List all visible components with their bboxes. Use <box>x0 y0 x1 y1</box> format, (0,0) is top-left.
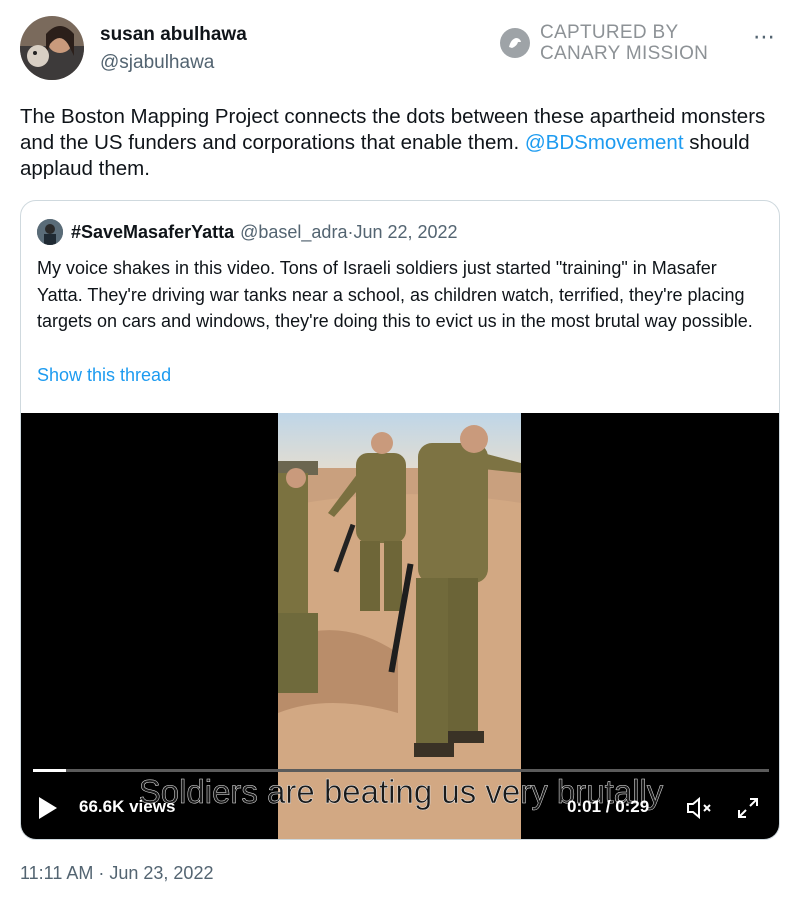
quoted-date[interactable]: Jun 22, 2022 <box>353 222 457 243</box>
watermark-line-1: CAPTURED BY <box>540 22 679 43</box>
canary-mission-watermark: CAPTURED BY CANARY MISSION <box>500 22 708 64</box>
show-thread-link[interactable]: Show this thread <box>37 365 171 386</box>
mute-icon[interactable] <box>685 795 715 821</box>
video-time: 0:01 / 0:29 <box>567 797 650 816</box>
quoted-author-name[interactable]: #SaveMasaferYatta <box>71 222 234 243</box>
tweet-header: susan abulhawa @sjabulhawa CAPTURED BY C… <box>20 16 780 86</box>
quoted-author-avatar[interactable] <box>37 219 63 245</box>
mention-link[interactable]: @BDSmovement <box>525 131 684 154</box>
video-progress-fill <box>33 769 67 772</box>
play-icon[interactable] <box>39 797 57 819</box>
fullscreen-icon[interactable] <box>735 795 761 821</box>
quoted-tweet[interactable]: #SaveMasaferYatta @basel_adra · Jun 22, … <box>20 200 780 840</box>
author-name[interactable]: susan abulhawa <box>100 24 247 46</box>
tweet-timestamp[interactable]: 11:11 AM · Jun 23, 2022 <box>20 863 213 884</box>
quoted-tweet-text: My voice shakes in this video. Tons of I… <box>37 258 753 331</box>
watermark-line-2: CANARY MISSION <box>540 43 709 64</box>
video-controls: 66.6K views 0:01 / 0:29 <box>21 789 779 829</box>
view-count: 66.6K views <box>79 797 176 816</box>
video-player[interactable]: Soldiers are beating us very brutally 66… <box>21 413 779 839</box>
tweet-text: The Boston Mapping Project connects the … <box>20 104 785 182</box>
more-options-icon[interactable]: ⋯ <box>753 24 776 50</box>
video-progress-bar[interactable] <box>33 769 769 772</box>
canary-seal-icon <box>500 28 530 58</box>
author-handle[interactable]: @sjabulhawa <box>100 52 214 74</box>
author-avatar[interactable] <box>20 16 84 80</box>
quoted-tweet-header: #SaveMasaferYatta @basel_adra · Jun 22, … <box>37 219 458 245</box>
quoted-author-handle[interactable]: @basel_adra <box>240 222 347 243</box>
